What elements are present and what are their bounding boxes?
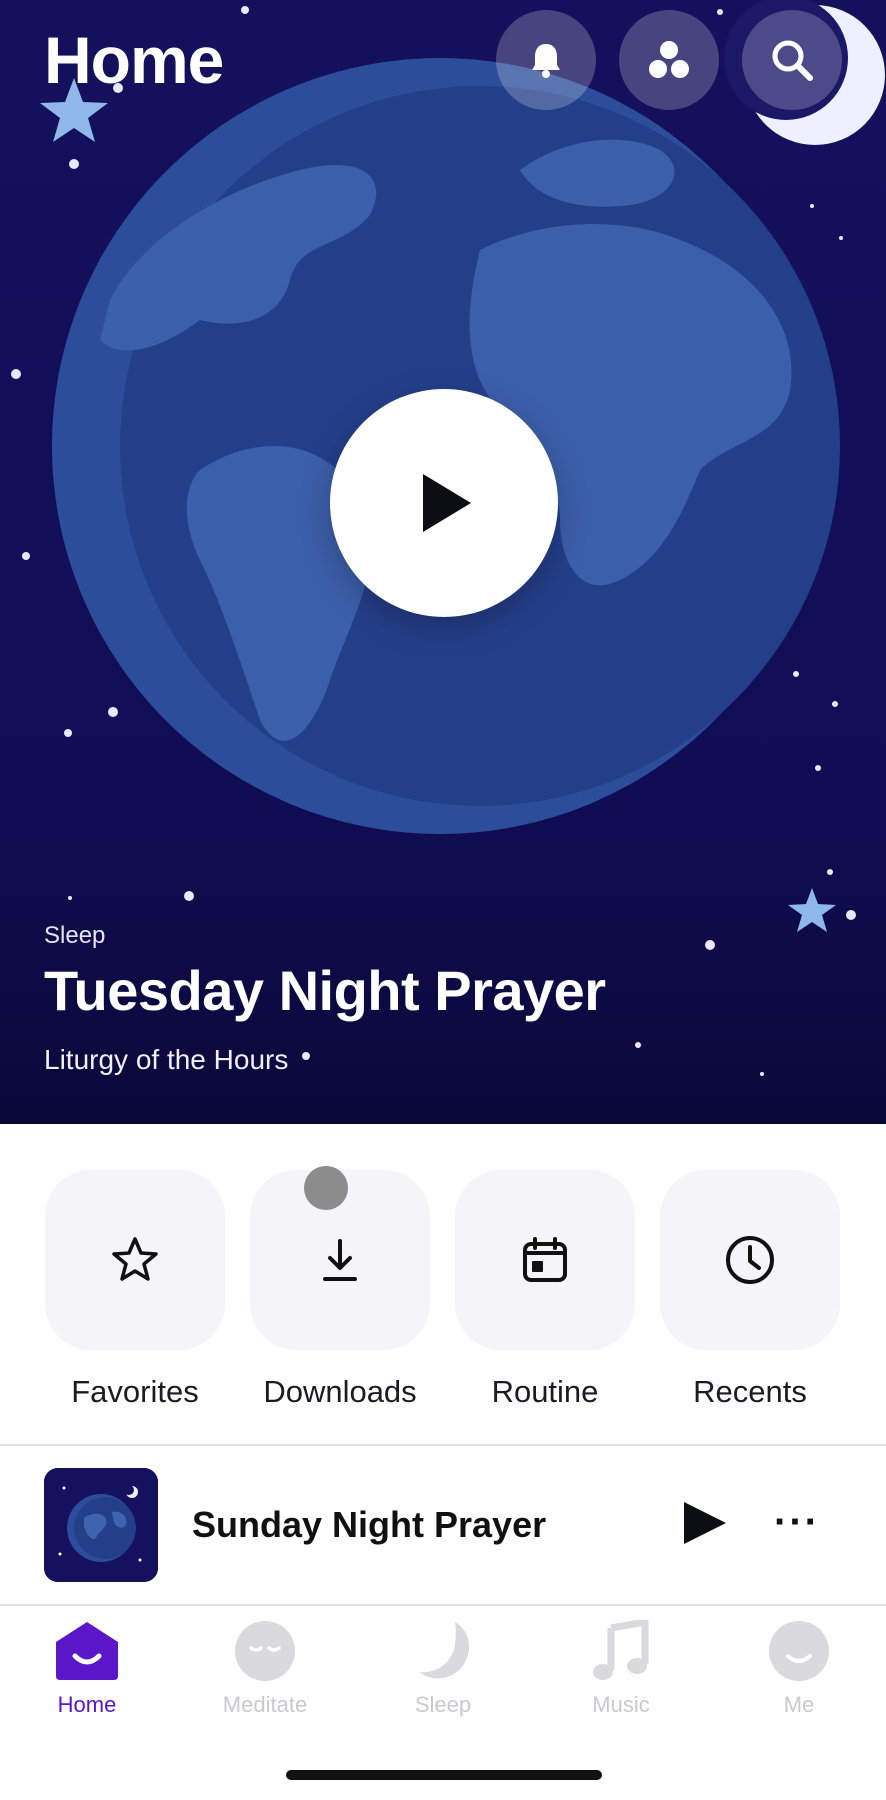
recents-tile[interactable] (660, 1170, 840, 1350)
search-icon (772, 40, 813, 81)
moon-icon (419, 1622, 470, 1679)
favorites-button[interactable]: Favorites (45, 1170, 225, 1410)
star-icon (112, 1237, 158, 1281)
touch-indicator (304, 1166, 348, 1210)
favorites-label: Favorites (71, 1374, 199, 1409)
routine-button[interactable]: Routine (455, 1170, 635, 1410)
clock-icon (726, 1236, 774, 1284)
hero-title[interactable]: Tuesday Night Prayer (44, 958, 606, 1023)
calendar-icon (523, 1237, 567, 1282)
tab-me-label: Me (783, 1692, 815, 1717)
meditate-icon (235, 1621, 295, 1681)
tab-music[interactable]: Music (551, 1620, 691, 1718)
recents-button[interactable]: Recents (660, 1170, 840, 1410)
tab-home[interactable]: Home (17, 1620, 157, 1718)
tab-sleep-label: Sleep (414, 1692, 472, 1717)
hero-banner[interactable]: Home Sleep Tuesday Night Prayer Liturgy … (0, 0, 886, 1124)
hero-play-button[interactable] (330, 389, 558, 617)
divider (0, 1444, 886, 1446)
mini-player-play-button[interactable] (680, 1498, 730, 1553)
home-indicator-bar (286, 1770, 602, 1780)
hero-category: Sleep (44, 922, 106, 949)
page-title: Home (44, 23, 224, 97)
play-icon (423, 474, 471, 532)
tab-me[interactable]: Me (729, 1620, 869, 1718)
music-note-icon (593, 1620, 649, 1680)
hero-subtitle: Liturgy of the Hours (44, 1044, 289, 1075)
mini-player[interactable]: Sunday Night Prayer ··· (0, 1448, 886, 1604)
groups-button[interactable] (619, 10, 719, 110)
notifications-button[interactable] (496, 10, 596, 110)
tab-meditate-label: Meditate (222, 1692, 308, 1717)
download-icon (323, 1239, 357, 1281)
tab-home-label: Home (57, 1692, 117, 1717)
divider (0, 1604, 886, 1606)
downloads-label: Downloads (263, 1374, 417, 1409)
favorites-tile[interactable] (45, 1170, 225, 1350)
bell-icon (532, 44, 560, 78)
routine-tile[interactable] (455, 1170, 635, 1350)
earth-thumbnail (44, 1468, 158, 1582)
profile-icon (769, 1621, 829, 1681)
more-options-button[interactable]: ··· (774, 1500, 820, 1545)
tab-music-label: Music (592, 1692, 650, 1717)
three-circles-icon (649, 41, 689, 78)
mini-player-artwork (44, 1468, 158, 1582)
tab-sleep[interactable]: Sleep (373, 1620, 513, 1718)
play-icon (684, 1502, 726, 1544)
search-button[interactable] (742, 10, 842, 110)
routine-label: Routine (491, 1374, 599, 1409)
recents-label: Recents (693, 1374, 807, 1409)
tab-meditate[interactable]: Meditate (195, 1620, 335, 1718)
mini-player-title[interactable]: Sunday Night Prayer (192, 1504, 546, 1546)
downloads-button[interactable]: Downloads (250, 1170, 430, 1410)
home-icon (56, 1622, 118, 1680)
